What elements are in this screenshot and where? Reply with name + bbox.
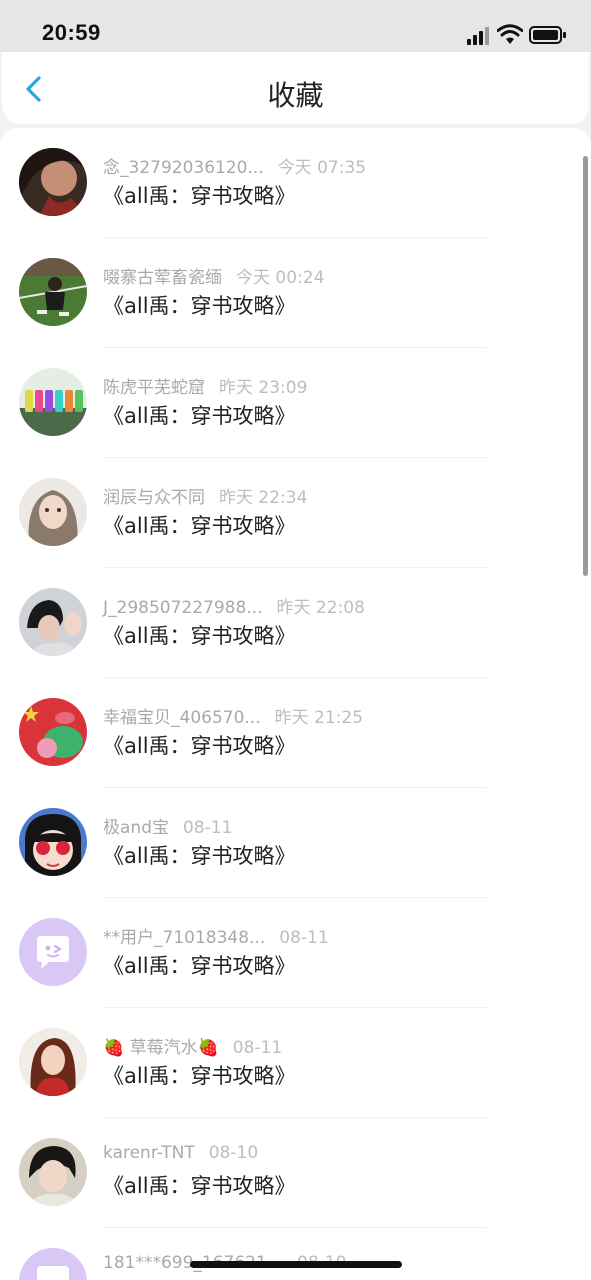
list-item[interactable]: 念_32792036120... 今天 07:35 《all禹：穿书攻略》 <box>0 128 591 238</box>
item-title[interactable]: 《all禹：穿书攻略》 <box>103 400 296 430</box>
item-meta: 极and宝 08-11 <box>103 813 232 838</box>
timestamp: 今天 00:24 <box>236 268 325 288</box>
username[interactable]: 润辰与众不同 <box>103 488 205 508</box>
list-item[interactable]: 幸福宝贝_406570... 昨天 21:25 《all禹：穿书攻略》 <box>0 678 591 788</box>
header: 收藏 <box>2 52 589 124</box>
status-bar: 20:59 <box>0 0 591 52</box>
status-time: 20:59 <box>42 20 101 45</box>
avatar[interactable] <box>19 478 87 546</box>
item-meta: J_298507227988... 昨天 22:08 <box>103 593 365 618</box>
item-meta: 🍓 草莓汽水🍓 08-11 <box>103 1033 282 1058</box>
list-item[interactable]: 🍓 草莓汽水🍓 08-11 《all禹：穿书攻略》 <box>0 1008 591 1118</box>
avatar[interactable] <box>19 148 87 216</box>
list-item[interactable]: J_298507227988... 昨天 22:08 《all禹：穿书攻略》 <box>0 568 591 678</box>
battery-icon <box>529 26 566 44</box>
item-title[interactable]: 《all禹：穿书攻略》 <box>103 180 296 210</box>
avatar[interactable] <box>19 1138 87 1206</box>
item-meta: karenr-TNT 08-10 <box>103 1143 258 1163</box>
item-meta: 润辰与众不同 昨天 22:34 <box>103 483 307 508</box>
item-title[interactable]: 《all禹：穿书攻略》 <box>103 510 296 540</box>
username[interactable]: 念_32792036120... <box>103 158 264 178</box>
timestamp: 昨天 23:09 <box>219 378 308 398</box>
avatar[interactable] <box>19 698 87 766</box>
home-indicator[interactable] <box>190 1261 402 1268</box>
username[interactable]: 陈虎平芜蛇窟 <box>103 378 205 398</box>
timestamp: 昨天 22:08 <box>276 598 365 618</box>
avatar[interactable] <box>19 258 87 326</box>
list-item[interactable]: 181***699_167621...08-10 <box>0 1228 591 1280</box>
chat-bubble-icon <box>37 1266 69 1280</box>
item-meta: **用户_71018348... 08-11 <box>103 923 329 948</box>
timestamp: 08-11 <box>182 818 233 838</box>
avatar[interactable] <box>19 1028 87 1096</box>
avatar[interactable] <box>19 368 87 436</box>
list-item[interactable]: 润辰与众不同 昨天 22:34 《all禹：穿书攻略》 <box>0 458 591 568</box>
timestamp: 08-10 <box>208 1143 259 1163</box>
timestamp: 今天 07:35 <box>277 158 367 178</box>
avatar[interactable] <box>19 808 87 876</box>
list-item[interactable]: 极and宝 08-11 《all禹：穿书攻略》 <box>0 788 591 898</box>
chat-bubble-icon <box>37 936 69 969</box>
avatar[interactable] <box>19 588 87 656</box>
cellular-signal-icon <box>467 27 489 45</box>
timestamp: 昨天 21:25 <box>274 708 364 728</box>
page-title: 收藏 <box>267 79 324 112</box>
item-title[interactable]: 《all禹：穿书攻略》 <box>103 290 296 320</box>
item-title[interactable]: 《all禹：穿书攻略》 <box>103 1060 296 1090</box>
timestamp: 08-11 <box>279 928 329 948</box>
wifi-icon <box>497 24 523 44</box>
item-title[interactable]: 《all禹：穿书攻略》 <box>103 620 296 650</box>
list-item[interactable]: 啜寨古荤畜瓷缅 今天 00:24 《all禹：穿书攻略》 <box>0 238 591 348</box>
item-title[interactable]: 《all禹：穿书攻略》 <box>103 840 296 870</box>
username[interactable]: J_298507227988... <box>103 598 263 618</box>
list-item[interactable]: **用户_71018348... 08-11 《all禹：穿书攻略》 <box>0 898 591 1008</box>
default-avatar[interactable] <box>19 918 87 986</box>
timestamp: 昨天 22:34 <box>219 488 308 508</box>
favorites-list[interactable]: 念_32792036120... 今天 07:35 《all禹：穿书攻略》 啜寨古… <box>0 128 591 1280</box>
item-meta: 啜寨古荤畜瓷缅 今天 00:24 <box>103 263 324 288</box>
default-avatar[interactable] <box>19 1248 87 1280</box>
username[interactable]: 🍓 草莓汽水🍓 <box>103 1038 219 1058</box>
item-title[interactable]: 《all禹：穿书攻略》 <box>103 730 296 760</box>
item-title[interactable]: 《all禹：穿书攻略》 <box>103 1170 296 1200</box>
username[interactable]: 极and宝 <box>103 818 169 838</box>
list-item[interactable]: karenr-TNT 08-10 《all禹：穿书攻略》 <box>0 1118 591 1228</box>
username[interactable]: **用户_71018348... <box>103 928 265 948</box>
username[interactable]: 啜寨古荤畜瓷缅 <box>103 268 222 288</box>
item-meta: 陈虎平芜蛇窟 昨天 23:09 <box>103 373 307 398</box>
username[interactable]: karenr-TNT <box>103 1143 195 1163</box>
item-title[interactable]: 《all禹：穿书攻略》 <box>103 950 296 980</box>
username[interactable]: 幸福宝贝_406570... <box>103 708 261 728</box>
list-item[interactable]: 陈虎平芜蛇窟 昨天 23:09 《all禹：穿书攻略》 <box>0 348 591 458</box>
item-meta: 念_32792036120... 今天 07:35 <box>103 153 366 178</box>
item-meta: 幸福宝贝_406570... 昨天 21:25 <box>103 703 363 728</box>
timestamp: 08-11 <box>232 1038 283 1058</box>
